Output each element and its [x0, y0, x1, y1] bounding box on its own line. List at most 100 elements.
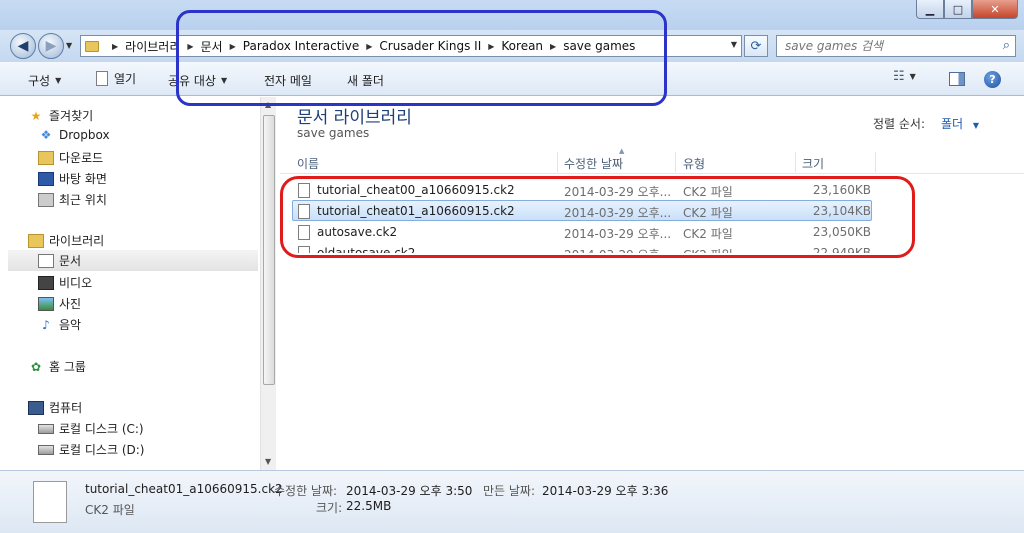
nav-videos[interactable]: 비디오 — [38, 274, 92, 291]
column-type[interactable]: 유형 — [683, 155, 705, 172]
chevron-down-icon: ▼ — [909, 72, 916, 81]
address-dropdown-icon[interactable]: ▼ — [731, 40, 737, 49]
arrange-by-value: 폴더 — [941, 117, 964, 131]
details-file-type: CK2 파일 — [85, 503, 135, 517]
column-name[interactable]: 이름 — [297, 155, 319, 172]
nav-pictures[interactable]: 사진 — [38, 295, 81, 312]
change-view-button[interactable]: ☷ ▼ — [893, 69, 916, 84]
organize-label: 구성 — [28, 74, 51, 88]
nav-label: 로컬 디스크 (D:) — [59, 443, 145, 457]
nav-label: 사진 — [59, 297, 82, 311]
details-modified-value: 2014-03-29 오후 3:50 — [346, 484, 473, 498]
back-arrow-icon: ◀ — [17, 38, 29, 54]
column-size[interactable]: 크기 — [802, 155, 824, 172]
minimize-button[interactable]: ▁ — [916, 0, 944, 19]
close-button[interactable]: ✕ — [972, 0, 1018, 19]
chevron-down-icon: ▼ — [972, 121, 980, 130]
details-created-label: 만든 날짜: — [483, 484, 536, 498]
help-icon: ? — [984, 71, 1001, 88]
back-button[interactable]: ◀ — [10, 33, 36, 59]
scrollbar-thumb[interactable] — [263, 115, 275, 385]
arrange-by-dropdown[interactable]: 폴더 ▼ — [941, 115, 979, 132]
scroll-down-icon[interactable]: ▼ — [265, 457, 271, 466]
column-date[interactable]: 수정한 날짜 — [564, 155, 623, 172]
nav-drive-d[interactable]: 로컬 디스크 (D:) — [38, 441, 144, 458]
desktop-icon — [38, 171, 54, 186]
details-modified-label: 수정한 날짜: — [274, 484, 338, 498]
column-divider[interactable] — [557, 152, 558, 172]
forward-button[interactable]: ▶ — [38, 33, 64, 59]
preview-pane-button[interactable] — [949, 72, 965, 86]
nav-recent[interactable]: 최근 위치 — [38, 191, 107, 208]
nav-documents[interactable]: 문서 — [8, 250, 258, 271]
star-icon: ★ — [30, 108, 42, 123]
documents-icon — [38, 253, 54, 268]
refresh-icon: ⟳ — [750, 38, 762, 54]
nav-label: 라이브러리 — [49, 234, 105, 248]
details-created-value: 2014-03-29 오후 3:36 — [542, 484, 669, 498]
chevron-down-icon: ▼ — [55, 76, 62, 85]
search-input[interactable] — [785, 39, 985, 53]
file-icon — [96, 71, 108, 86]
nav-label: 바탕 화면 — [59, 172, 107, 186]
file-thumbnail-icon — [33, 481, 67, 523]
maximize-button[interactable]: □ — [944, 0, 972, 19]
drive-icon — [38, 423, 54, 434]
blue-highlight-annotation — [176, 10, 667, 106]
homegroup-icon: ✿ — [30, 359, 42, 374]
nav-dropbox[interactable]: ❖ Dropbox — [38, 128, 110, 142]
nav-music[interactable]: ♪ 음악 — [38, 316, 81, 333]
breadcrumb-arrow-icon[interactable]: ▶ — [112, 42, 118, 51]
preview-pane-icon — [949, 72, 965, 86]
details-file-name: tutorial_cheat01_a10660915.ck2 — [85, 482, 283, 496]
organize-button[interactable]: 구성 ▼ — [26, 72, 63, 89]
window-controls: ▁ □ ✕ — [916, 0, 1018, 19]
column-divider[interactable] — [875, 152, 876, 172]
nav-label: 컴퓨터 — [49, 401, 83, 415]
drive-icon — [38, 444, 54, 455]
recent-places-icon — [38, 192, 54, 207]
column-divider[interactable] — [795, 152, 796, 172]
search-box[interactable]: ⌕ — [776, 35, 1016, 57]
nav-favorites[interactable]: ★ 즐겨찾기 — [28, 107, 94, 124]
nav-libraries[interactable]: 라이브러리 — [28, 232, 104, 249]
downloads-folder-icon — [38, 150, 54, 165]
refresh-button[interactable]: ⟳ — [744, 35, 768, 57]
red-highlight-annotation — [280, 176, 915, 258]
open-label: 열기 — [114, 72, 137, 86]
nav-desktop[interactable]: 바탕 화면 — [38, 170, 107, 187]
nav-scrollbar[interactable]: ▲ ▼ — [260, 97, 276, 470]
library-icon — [28, 233, 44, 248]
pictures-icon — [38, 296, 54, 311]
column-headers: 이름 ▲ 수정한 날짜 유형 크기 — [280, 147, 1024, 174]
details-size-label: 크기: — [316, 501, 343, 515]
nav-label: 로컬 디스크 (C:) — [59, 422, 144, 436]
nav-computer[interactable]: 컴퓨터 — [28, 399, 82, 416]
nav-label: 최근 위치 — [59, 193, 107, 207]
breadcrumb-libraries[interactable]: 라이브러리 — [125, 38, 180, 55]
recent-pages-dropdown-icon[interactable]: ▼ — [66, 41, 72, 50]
forward-arrow-icon: ▶ — [45, 38, 57, 54]
dropbox-icon: ❖ — [40, 128, 52, 142]
nav-downloads[interactable]: 다운로드 — [38, 149, 103, 166]
file-list-pane: 문서 라이브러리 save games 정렬 순서: 폴더 ▼ 이름 ▲ 수정한… — [280, 97, 1024, 470]
music-note-icon: ♪ — [42, 317, 50, 332]
nav-label: 홈 그룹 — [49, 360, 86, 374]
details-pane: tutorial_cheat01_a10660915.ck2 CK2 파일 수정… — [0, 470, 1024, 533]
view-list-icon: ☷ — [893, 69, 905, 84]
folder-icon — [85, 40, 99, 52]
nav-homegroup[interactable]: ✿ 홈 그룹 — [28, 358, 86, 375]
library-subtitle: save games — [297, 126, 370, 140]
nav-drive-c[interactable]: 로컬 디스크 (C:) — [38, 420, 144, 437]
sort-arrow-icon: ▲ — [619, 147, 625, 155]
search-icon[interactable]: ⌕ — [1003, 38, 1010, 53]
nav-label: 다운로드 — [59, 151, 104, 165]
library-title: 문서 라이브러리 — [297, 108, 412, 128]
open-button[interactable]: 열기 — [94, 70, 138, 87]
navigation-pane: ★ 즐겨찾기 ❖ Dropbox 다운로드 바탕 화면 최근 위치 라이브러리 … — [0, 97, 276, 470]
nav-label: 즐겨찾기 — [49, 109, 94, 123]
column-divider[interactable] — [675, 152, 676, 172]
computer-icon — [28, 400, 44, 415]
help-button[interactable]: ? — [984, 71, 1001, 88]
nav-label: 비디오 — [59, 276, 93, 290]
